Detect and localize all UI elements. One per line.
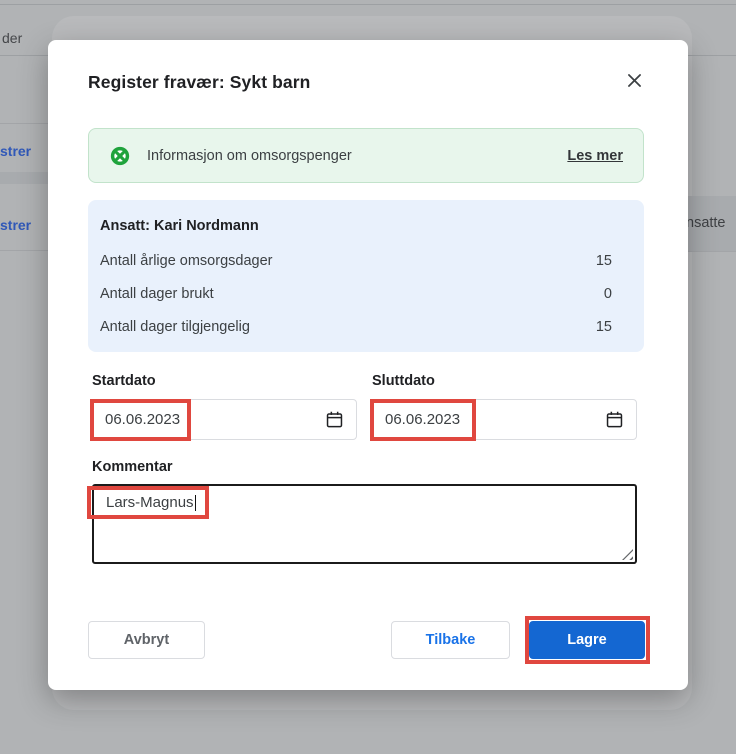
start-date-input[interactable]: 06.06.2023: [92, 399, 357, 440]
page-background: der strer strer nsatte Register fravær: …: [0, 0, 736, 754]
summary-row: Antall dager brukt 0: [100, 286, 612, 302]
calendar-icon[interactable]: [605, 410, 624, 429]
background-partial-text: der: [2, 30, 23, 46]
back-button[interactable]: Tilbake: [391, 621, 510, 659]
dialog-title: Register fravær: Sykt barn: [88, 72, 311, 92]
background-partial-text: nsatte: [686, 215, 726, 231]
employee-summary-box: Ansatt: Kari Nordmann Antall årlige omso…: [88, 200, 644, 352]
lifebuoy-icon: [109, 145, 131, 167]
summary-row-value: 0: [603, 286, 612, 302]
start-date-label: Startdato: [92, 373, 156, 389]
comment-textarea[interactable]: Lars-Magnus: [92, 484, 637, 564]
employee-name-header: Ansatt: Kari Nordmann: [100, 218, 259, 234]
comment-label: Kommentar: [92, 459, 173, 475]
banner-message: Informasjon om omsorgspenger: [147, 147, 352, 164]
background-row-shade: [0, 172, 48, 184]
background-row-divider: [688, 251, 736, 252]
close-icon: [625, 71, 644, 93]
background-divider: [0, 4, 736, 5]
read-more-link[interactable]: Les mer: [567, 148, 623, 164]
resize-handle-icon[interactable]: [622, 549, 633, 560]
background-register-link[interactable]: strer: [0, 217, 31, 233]
start-date-value: 06.06.2023: [105, 411, 181, 428]
end-date-value: 06.06.2023: [385, 411, 461, 428]
calendar-icon[interactable]: [325, 410, 344, 429]
summary-row-label: Antall dager tilgjengelig: [100, 319, 250, 335]
register-absence-dialog: Register fravær: Sykt barn Informasjon o…: [48, 40, 688, 690]
cancel-button[interactable]: Avbryt: [88, 621, 205, 659]
summary-row-value: 15: [595, 253, 612, 269]
summary-row: Antall dager tilgjengelig 15: [100, 319, 612, 335]
summary-row-label: Antall årlige omsorgsdager: [100, 253, 273, 269]
save-button[interactable]: Lagre: [529, 621, 645, 659]
text-caret: [194, 495, 197, 511]
summary-row-label: Antall dager brukt: [100, 286, 214, 302]
background-register-link[interactable]: strer: [0, 143, 31, 159]
close-button[interactable]: [620, 68, 648, 96]
info-banner: Informasjon om omsorgspenger Les mer: [88, 128, 644, 183]
summary-row: Antall årlige omsorgsdager 15: [100, 253, 612, 269]
summary-row-value: 15: [595, 319, 612, 335]
end-date-input[interactable]: 06.06.2023: [372, 399, 637, 440]
background-row-divider: [0, 123, 48, 124]
end-date-label: Sluttdato: [372, 373, 435, 389]
comment-text: Lars-Magnus: [106, 494, 194, 511]
background-row-divider: [0, 250, 48, 251]
